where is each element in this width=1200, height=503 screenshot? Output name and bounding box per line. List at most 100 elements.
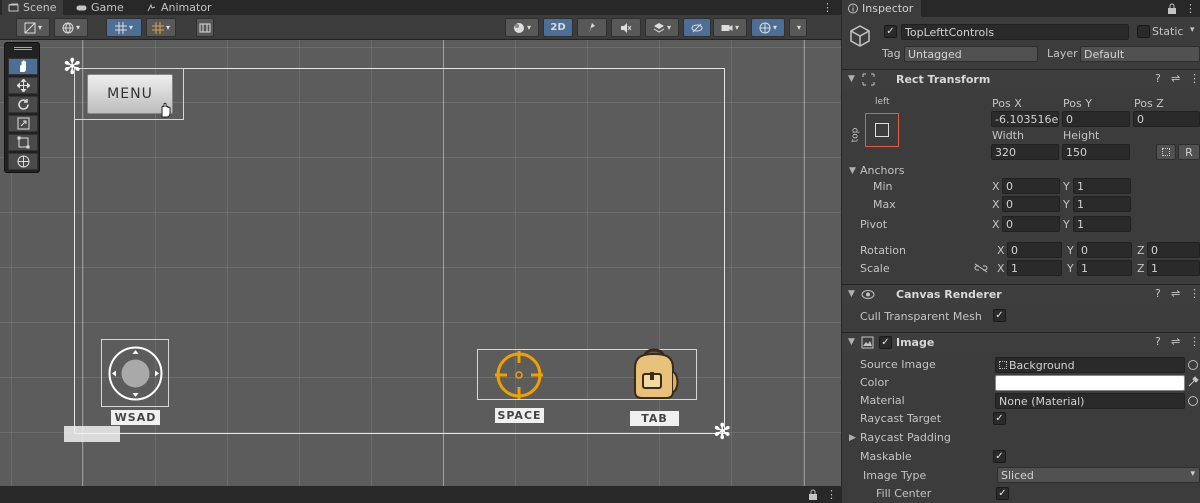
anchor-handle-icon[interactable]: ✻ bbox=[63, 57, 81, 79]
eyedropper-icon[interactable] bbox=[1188, 375, 1199, 387]
lock-icon[interactable] bbox=[808, 489, 818, 500]
foldout-arrow-icon[interactable]: ▼ bbox=[848, 337, 855, 347]
component-menu-icon[interactable]: ⋮ bbox=[1189, 287, 1200, 300]
max-x-field[interactable]: 0 bbox=[1002, 196, 1060, 212]
transform-tool-button[interactable] bbox=[8, 153, 38, 170]
max-y-field[interactable]: 1 bbox=[1073, 196, 1131, 212]
maskable-checkbox[interactable]: ✓ bbox=[993, 450, 1006, 463]
min-x-field[interactable]: 0 bbox=[1002, 178, 1060, 194]
rotation-z-field[interactable]: 0 bbox=[1147, 242, 1200, 258]
constrain-proportions-icon[interactable] bbox=[974, 263, 988, 273]
layer-dropdown[interactable]: Default bbox=[1080, 46, 1200, 62]
raycast-padding-label: Raycast Padding bbox=[860, 431, 951, 444]
component-menu-icon[interactable]: ⋮ bbox=[1189, 72, 1200, 85]
globe-icon bbox=[62, 22, 74, 33]
rotation-x-field[interactable]: 0 bbox=[1007, 242, 1062, 258]
scene-menu-icon[interactable]: ⋮ bbox=[826, 488, 837, 501]
static-dropdown-arrow-icon[interactable]: ▾ bbox=[1190, 25, 1195, 35]
min-label: Min bbox=[873, 180, 893, 193]
drag-handle-icon[interactable] bbox=[14, 47, 32, 50]
camera-dropdown[interactable] bbox=[713, 18, 747, 37]
help-icon[interactable]: ? bbox=[1155, 335, 1161, 348]
grid-toggle-button[interactable] bbox=[106, 18, 142, 37]
audio-toggle-button[interactable] bbox=[611, 18, 641, 37]
canvas-renderer-header[interactable]: ▼ Canvas Renderer ? ⇌ ⋮ bbox=[842, 284, 1200, 304]
anchors-foldout-icon[interactable]: ▼ bbox=[849, 166, 856, 176]
pivot-y-field[interactable]: 1 bbox=[1073, 216, 1131, 232]
object-picker-icon[interactable] bbox=[1188, 396, 1198, 406]
foldout-arrow-icon[interactable]: ▼ bbox=[848, 74, 855, 84]
foldout-arrow-icon[interactable]: ▼ bbox=[848, 289, 855, 299]
draw-mode-dropdown[interactable] bbox=[16, 18, 50, 37]
scale-y-field[interactable]: 1 bbox=[1077, 260, 1132, 276]
rect-transform-header[interactable]: ▼ Rect Transform ? ⇌ ⋮ bbox=[842, 69, 1200, 89]
pivot-x-field[interactable]: 0 bbox=[1002, 216, 1060, 232]
pos-y-field[interactable]: 0 bbox=[1062, 111, 1130, 127]
rect-tool-button[interactable] bbox=[8, 134, 38, 151]
object-name-field[interactable]: TopLefttControls bbox=[901, 24, 1129, 40]
toggle-2d-button[interactable]: 2D bbox=[543, 18, 573, 37]
gizmos-dropdown[interactable] bbox=[751, 18, 785, 37]
tab-scene[interactable]: Scene bbox=[2, 0, 63, 15]
blueprint-mode-button[interactable] bbox=[1156, 144, 1176, 160]
tag-dropdown[interactable]: Untagged bbox=[904, 46, 1038, 62]
cull-transparent-mesh-checkbox[interactable]: ✓ bbox=[993, 309, 1006, 322]
scale-x-field[interactable]: 1 bbox=[1007, 260, 1062, 276]
help-icon[interactable]: ? bbox=[1155, 72, 1161, 85]
hand-tool-button[interactable] bbox=[8, 58, 38, 75]
object-active-checkbox[interactable]: ✓ bbox=[884, 25, 897, 38]
image-type-dropdown[interactable]: Sliced ▾ bbox=[997, 467, 1200, 483]
fill-center-checkbox[interactable]: ✓ bbox=[996, 487, 1009, 500]
toolbar-overflow-dropdown[interactable] bbox=[789, 18, 807, 37]
crosshair-icon[interactable] bbox=[493, 349, 545, 401]
move-tool-button[interactable] bbox=[8, 77, 38, 94]
presets-icon[interactable]: ⇌ bbox=[1171, 72, 1180, 85]
pos-x-field[interactable]: -6.103516e- bbox=[991, 111, 1059, 127]
object-picker-icon[interactable] bbox=[1188, 360, 1198, 370]
global-local-dropdown[interactable] bbox=[54, 18, 88, 37]
image-header[interactable]: ▼ ✓ Image ? ⇌ ⋮ bbox=[842, 332, 1200, 352]
component-menu-icon[interactable]: ⋮ bbox=[1189, 335, 1200, 348]
help-icon[interactable]: ? bbox=[1155, 287, 1161, 300]
rotation-y-axis: Y bbox=[1067, 244, 1074, 257]
inspector-menu-icon[interactable]: ⋮ bbox=[1185, 2, 1196, 15]
scale-z-field[interactable]: 1 bbox=[1147, 260, 1200, 276]
tab-animator[interactable]: Animator bbox=[140, 0, 218, 15]
scene-viewport[interactable]: ✻ MENU WSAD SPACE TAB ✻ bbox=[0, 40, 841, 486]
lighting-toggle-button[interactable] bbox=[577, 18, 607, 37]
hidden-objects-toggle-button[interactable] bbox=[683, 18, 711, 37]
anchor-handle-icon[interactable]: ✻ bbox=[713, 422, 731, 444]
increment-snap-icon bbox=[199, 23, 211, 32]
shading-mode-dropdown[interactable] bbox=[505, 18, 539, 37]
scale-tool-button[interactable] bbox=[8, 115, 38, 132]
tab-label: TAB bbox=[630, 411, 679, 426]
width-field[interactable]: 320 bbox=[991, 144, 1059, 160]
presets-icon[interactable]: ⇌ bbox=[1171, 335, 1180, 348]
inspector-lock-icon[interactable] bbox=[1167, 3, 1177, 14]
tab-inspector[interactable]: Inspector bbox=[842, 0, 922, 17]
height-field[interactable]: 150 bbox=[1062, 144, 1130, 160]
material-field[interactable]: None (Material) bbox=[995, 393, 1185, 409]
panel-menu-icon[interactable]: ⋮ bbox=[822, 1, 833, 14]
raycast-target-checkbox[interactable]: ✓ bbox=[993, 412, 1006, 425]
rotation-y-field[interactable]: 0 bbox=[1077, 242, 1132, 258]
snap-dropdown[interactable] bbox=[146, 18, 176, 37]
effects-dropdown[interactable] bbox=[645, 18, 679, 37]
presets-icon[interactable]: ⇌ bbox=[1171, 287, 1180, 300]
source-image-value: Background bbox=[1009, 359, 1075, 372]
layer-value: Default bbox=[1084, 48, 1125, 61]
pos-z-field[interactable]: 0 bbox=[1133, 111, 1200, 127]
min-y-field[interactable]: 1 bbox=[1073, 178, 1131, 194]
image-enabled-checkbox[interactable]: ✓ bbox=[879, 336, 892, 349]
move-icon bbox=[16, 79, 30, 92]
color-swatch[interactable] bbox=[995, 375, 1185, 391]
increment-snap-button[interactable] bbox=[196, 18, 214, 37]
rotate-tool-button[interactable] bbox=[8, 96, 38, 113]
tab-game[interactable]: Game bbox=[70, 0, 130, 15]
anchor-presets-button[interactable] bbox=[865, 113, 899, 147]
source-image-field[interactable]: Background bbox=[995, 357, 1185, 373]
static-checkbox[interactable] bbox=[1137, 25, 1150, 38]
raw-edit-button[interactable]: R bbox=[1178, 144, 1200, 160]
raycast-padding-foldout-icon[interactable]: ▶ bbox=[849, 433, 856, 443]
backpack-icon[interactable] bbox=[627, 346, 681, 402]
